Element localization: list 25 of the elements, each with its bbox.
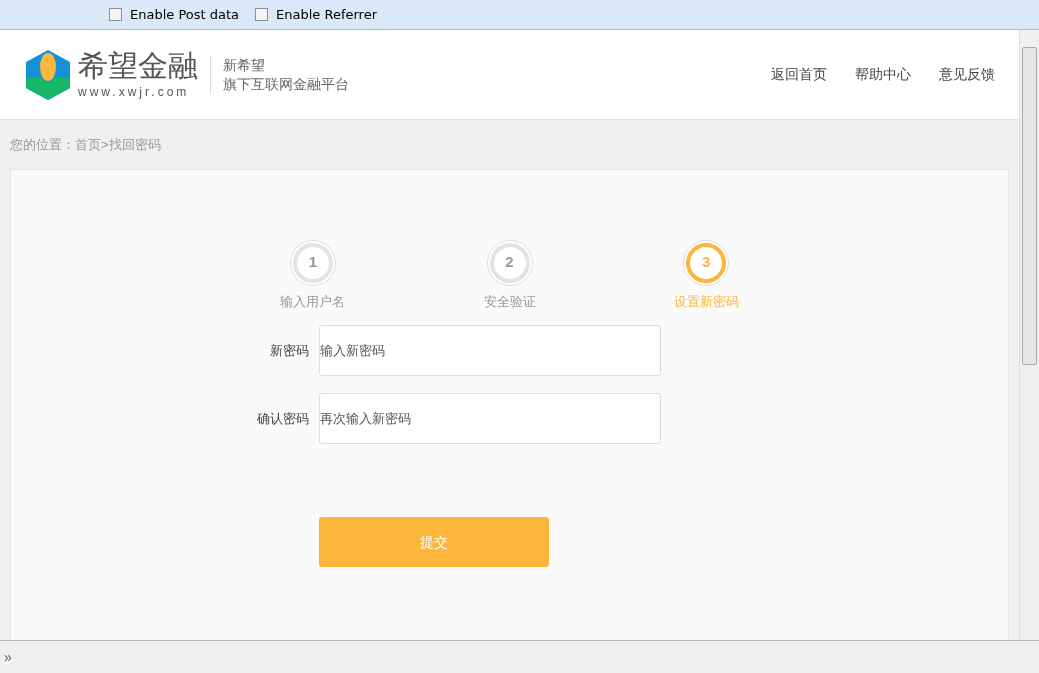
logo-url: www.xwjr.com	[78, 83, 191, 101]
logo-name: 希望金融	[78, 48, 198, 83]
step-circle: 1	[289, 239, 336, 286]
logo-icon	[24, 48, 72, 101]
nav-link[interactable]: 返回首页	[771, 64, 827, 85]
nav-link[interactable]: 意见反馈	[939, 64, 995, 85]
field-label: 新密码	[268, 341, 310, 360]
step-circle: 2	[486, 239, 533, 286]
breadcrumb: 您的位置：首页>找回密码	[9, 136, 162, 154]
step-label: 输入用户名	[280, 292, 346, 311]
field-label: 确认密码	[255, 409, 310, 428]
slogan-text: 旗下互联网金融平台	[223, 74, 349, 94]
step-label: 安全验证	[483, 292, 536, 311]
input-field[interactable]: 输入新密码	[318, 325, 661, 376]
scrollbar-thumb[interactable]	[1022, 47, 1037, 365]
slogan-text: 新希望	[223, 55, 266, 75]
checkbox-label: Enable Post data	[130, 5, 240, 24]
checkbox[interactable]	[109, 8, 122, 21]
nav-link[interactable]: 帮助中心	[855, 64, 911, 85]
checkbox-label: Enable Referrer	[276, 5, 377, 24]
checkbox[interactable]	[255, 8, 269, 21]
step-circle: 3	[683, 239, 730, 286]
expand-toggle[interactable]: »	[4, 646, 12, 668]
step-label: 设置新密码	[673, 292, 739, 311]
input-field[interactable]: 再次输入新密码	[318, 393, 661, 444]
